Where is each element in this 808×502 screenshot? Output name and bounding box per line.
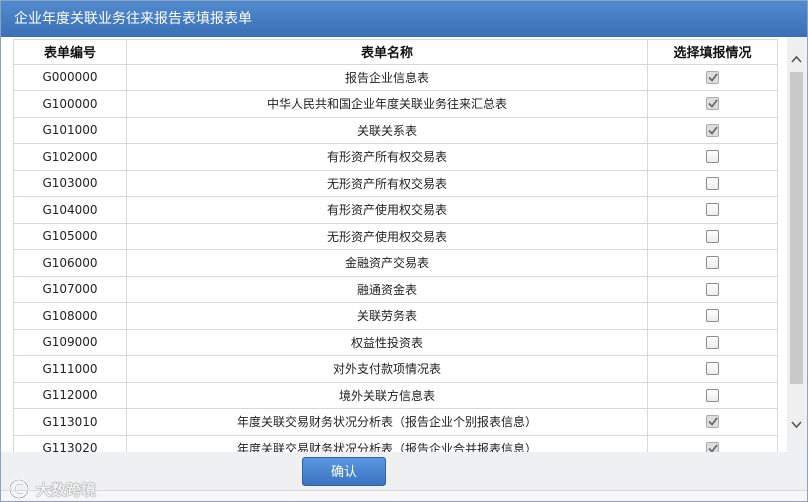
table-row: G112000 境外关联方信息表 <box>14 382 778 409</box>
table-body: G000000 报告企业信息表 G100000 中华人民共和国企业年度关联业务往来汇总… <box>14 64 778 452</box>
form-name-cell: 境外关联方信息表 <box>127 382 648 408</box>
form-code-cell: G109000 <box>14 329 127 355</box>
form-code-cell: G101000 <box>14 117 127 143</box>
fill-status-cell <box>648 91 778 117</box>
header-form-code: 表单编号 <box>14 39 127 64</box>
checkmark-icon <box>707 444 718 452</box>
fill-status-cell <box>648 117 778 143</box>
checkmark-icon <box>707 99 718 109</box>
fill-checkbox[interactable] <box>706 282 719 296</box>
watermark: 大数跨境 <box>8 478 96 500</box>
fill-status-cell <box>648 356 778 382</box>
fill-status-cell <box>648 329 778 355</box>
form-name-cell: 有形资产使用权交易表 <box>127 197 648 223</box>
form-name-cell: 金融资产交易表 <box>127 250 648 276</box>
table-row: G113010 年度关联交易财务状况分析表（报告企业个别报表信息） <box>14 409 778 436</box>
form-name-cell: 对外支付款项情况表 <box>127 356 648 382</box>
fill-checkbox[interactable] <box>706 150 719 164</box>
form-code-cell: G113020 <box>14 435 127 452</box>
dialog-titlebar: 企业年度关联业务往来报告表填报表单 <box>0 0 808 37</box>
form-name-cell: 关联劳务表 <box>127 303 648 329</box>
watermark-logo-icon <box>8 478 30 500</box>
form-code-cell: G100000 <box>14 91 127 117</box>
table-row: G100000 中华人民共和国企业年度关联业务往来汇总表 <box>14 91 778 118</box>
checkmark-icon <box>707 126 718 135</box>
header-form-name: 表单名称 <box>127 39 648 64</box>
form-name-cell: 年度关联交易财务状况分析表（报告企业合并报表信息） <box>127 435 648 452</box>
checkmark-icon <box>707 417 718 427</box>
table-row: G104000 有形资产使用权交易表 <box>14 197 778 224</box>
fill-checkbox[interactable] <box>706 203 719 217</box>
form-code-cell: G104000 <box>14 197 127 223</box>
form-name-cell: 有形资产所有权交易表 <box>127 144 648 170</box>
form-list-panel: 表单编号 表单名称 选择填报情况 G000000 报告企业信息表 G100000 中华… <box>1 37 787 452</box>
form-code-cell: G102000 <box>14 144 127 170</box>
table-row: G107000 融通资金表 <box>14 276 778 303</box>
table-row: G106000 金融资产交易表 <box>14 250 778 277</box>
fill-checkbox[interactable] <box>706 256 719 270</box>
form-name-cell: 关联关系表 <box>127 117 648 143</box>
fill-status-cell <box>648 276 778 302</box>
fill-checkbox[interactable] <box>706 335 719 349</box>
watermark-text: 大数跨境 <box>36 480 97 499</box>
form-code-cell: G112000 <box>14 382 127 408</box>
fill-checkbox[interactable] <box>706 176 719 190</box>
form-code-cell: G108000 <box>14 303 127 329</box>
fill-status-cell <box>648 197 778 223</box>
form-code-cell: G113010 <box>14 409 127 435</box>
form-name-cell: 中华人民共和国企业年度关联业务往来汇总表 <box>127 91 648 117</box>
fill-checkbox[interactable] <box>706 388 719 402</box>
table-row: G105000 无形资产使用权交易表 <box>14 223 778 250</box>
form-name-cell: 报告企业信息表 <box>127 64 648 90</box>
fill-status-cell <box>648 64 778 90</box>
scrollbar-thumb[interactable] <box>790 72 803 384</box>
form-code-cell: G111000 <box>14 356 127 382</box>
fill-checkbox[interactable] <box>706 309 719 323</box>
table-row: G102000 有形资产所有权交易表 <box>14 144 778 171</box>
chevron-down-icon[interactable] <box>791 421 802 429</box>
form-code-cell: G103000 <box>14 170 127 196</box>
table-row: G113020 年度关联交易财务状况分析表（报告企业合并报表信息） <box>14 435 778 452</box>
fill-status-cell <box>648 435 778 452</box>
dialog-title: 企业年度关联业务往来报告表填报表单 <box>14 11 252 27</box>
fill-status-cell <box>648 223 778 249</box>
form-code-cell: G000000 <box>14 64 127 90</box>
form-name-cell: 权益性投资表 <box>127 329 648 355</box>
fill-status-cell <box>648 170 778 196</box>
form-code-cell: G107000 <box>14 276 127 302</box>
form-code-cell: G105000 <box>14 223 127 249</box>
footer-strip <box>0 491 808 502</box>
form-name-cell: 无形资产使用权交易表 <box>127 223 648 249</box>
table-row: G103000 无形资产所有权交易表 <box>14 170 778 197</box>
header-fill-status: 选择填报情况 <box>648 39 778 64</box>
fill-checkbox[interactable] <box>706 441 719 452</box>
confirm-button[interactable]: 确认 <box>302 457 386 486</box>
fill-status-cell <box>648 250 778 276</box>
table-row: G000000 报告企业信息表 <box>14 64 778 91</box>
form-name-cell: 年度关联交易财务状况分析表（报告企业个别报表信息） <box>127 409 648 435</box>
checkmark-icon <box>707 73 718 82</box>
form-code-cell: G106000 <box>14 250 127 276</box>
form-name-cell: 无形资产所有权交易表 <box>127 170 648 196</box>
table-header-row: 表单编号 表单名称 选择填报情况 <box>14 38 778 65</box>
form-table: 表单编号 表单名称 选择填报情况 G000000 报告企业信息表 G100000 中华… <box>13 38 778 452</box>
chevron-up-icon[interactable] <box>791 55 802 63</box>
fill-checkbox[interactable] <box>706 97 719 111</box>
fill-status-cell <box>648 303 778 329</box>
fill-status-cell <box>648 144 778 170</box>
fill-checkbox[interactable] <box>706 415 719 429</box>
fill-checkbox[interactable] <box>706 229 719 243</box>
fill-status-cell <box>648 382 778 408</box>
fill-checkbox[interactable] <box>706 70 719 84</box>
fill-checkbox[interactable] <box>706 362 719 376</box>
fill-status-cell <box>648 409 778 435</box>
table-row: G109000 权益性投资表 <box>14 329 778 356</box>
table-row: G111000 对外支付款项情况表 <box>14 356 778 383</box>
form-name-cell: 融通资金表 <box>127 276 648 302</box>
table-row: G108000 关联劳务表 <box>14 303 778 330</box>
vertical-scrollbar[interactable] <box>788 38 805 438</box>
table-row: G101000 关联关系表 <box>14 117 778 144</box>
fill-checkbox[interactable] <box>706 123 719 137</box>
